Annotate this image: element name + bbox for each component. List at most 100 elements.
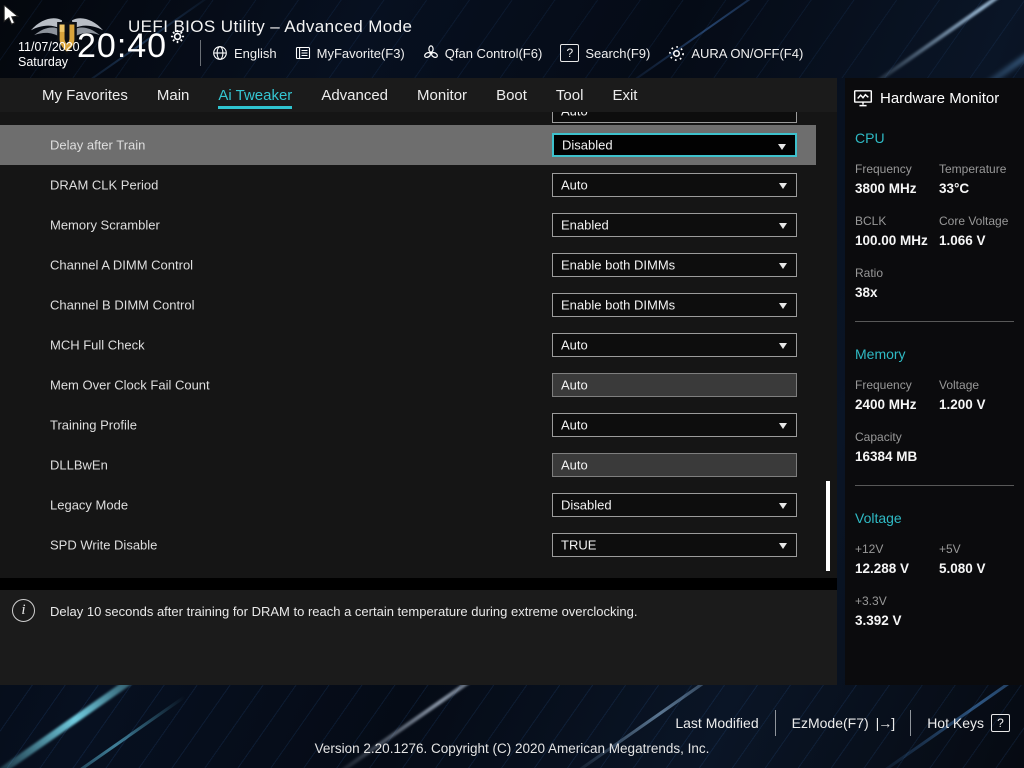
- setting-row-mem-over-clock-fail-count[interactable]: Mem Over Clock Fail Count Auto: [0, 365, 837, 405]
- clock-display: 20:40: [77, 27, 167, 66]
- info-icon: i: [12, 599, 35, 622]
- question-box-icon: ?: [560, 44, 579, 62]
- hm-value: 38x: [855, 285, 939, 301]
- hardware-monitor-header: Hardware Monitor: [845, 78, 1024, 108]
- date-display: 11/07/2020 Saturday: [18, 40, 80, 70]
- search-button[interactable]: ? Search(F9): [560, 44, 650, 62]
- hm-row: Capacity 16384 MB: [855, 430, 1024, 465]
- tab-main[interactable]: Main: [157, 78, 190, 112]
- dropdown-arrow-icon: [779, 303, 787, 309]
- legacy-mode-dropdown[interactable]: Disabled: [552, 493, 797, 517]
- panel-gap: [0, 578, 837, 590]
- hm-label: Frequency: [855, 378, 939, 392]
- tab-ai-tweaker[interactable]: Ai Tweaker: [218, 78, 292, 112]
- last-modified-button[interactable]: Last Modified: [675, 715, 758, 731]
- hm-label: +12V: [855, 542, 939, 556]
- date-text: 11/07/2020: [18, 40, 80, 55]
- dropdown-arrow-icon: [778, 144, 786, 150]
- aura-label: AURA ON/OFF(F4): [691, 46, 803, 61]
- language-button[interactable]: English: [212, 45, 277, 61]
- aura-button[interactable]: AURA ON/OFF(F4): [668, 45, 803, 62]
- tab-bar: My Favorites Main Ai Tweaker Advanced Mo…: [0, 78, 837, 112]
- section-title-memory: Memory: [855, 346, 1024, 362]
- hm-value: 3.392 V: [855, 613, 939, 629]
- dropdown-arrow-icon: [779, 503, 787, 509]
- setting-row-dram-clk-period[interactable]: DRAM CLK Period Auto: [0, 165, 837, 205]
- tab-monitor[interactable]: Monitor: [417, 78, 467, 112]
- language-label: English: [234, 46, 277, 61]
- hm-value: 16384 MB: [855, 449, 939, 465]
- setting-row-delay-after-train[interactable]: Delay after Train Disabled: [0, 125, 816, 165]
- description-panel: i Delay 10 seconds after training for DR…: [0, 590, 837, 685]
- partial-dropdown[interactable]: Auto: [552, 112, 797, 123]
- hm-value: 100.00 MHz: [855, 233, 939, 249]
- dropdown-arrow-icon: [779, 423, 787, 429]
- setting-row-channel-a-dimm-control[interactable]: Channel A DIMM Control Enable both DIMMs: [0, 245, 837, 285]
- dropdown-arrow-icon: [779, 263, 787, 269]
- globe-icon: [212, 45, 228, 61]
- mouse-cursor-icon: [2, 5, 20, 32]
- tab-my-favorites[interactable]: My Favorites: [42, 78, 128, 112]
- version-text: Version 2.20.1276. Copyright (C) 2020 Am…: [0, 741, 1024, 756]
- hm-row: Ratio 38x: [855, 266, 1024, 301]
- footer-divider: [775, 710, 776, 736]
- hm-row: +3.3V 3.392 V: [855, 594, 1024, 629]
- dropdown-arrow-icon: [779, 223, 787, 229]
- setting-row-channel-b-dimm-control[interactable]: Channel B DIMM Control Enable both DIMMs: [0, 285, 837, 325]
- hm-label: Capacity: [855, 430, 939, 444]
- last-modified-label: Last Modified: [675, 715, 758, 731]
- hm-label: Ratio: [855, 266, 939, 280]
- setting-row-training-profile[interactable]: Training Profile Auto: [0, 405, 837, 445]
- setting-row-memory-scrambler[interactable]: Memory Scrambler Enabled: [0, 205, 837, 245]
- hm-label: Temperature: [939, 162, 1024, 176]
- dram-clk-period-dropdown[interactable]: Auto: [552, 173, 797, 197]
- training-profile-dropdown[interactable]: Auto: [552, 413, 797, 437]
- hm-value: 3800 MHz: [855, 181, 939, 197]
- main-panel: My Favorites Main Ai Tweaker Advanced Mo…: [0, 78, 837, 685]
- footer-divider: [910, 710, 911, 736]
- mem-over-clock-fail-count-field: Auto: [552, 373, 797, 397]
- myfavorite-button[interactable]: MyFavorite(F3): [295, 45, 405, 61]
- hm-label: +3.3V: [855, 594, 939, 608]
- fan-icon: [423, 45, 439, 61]
- tab-tool[interactable]: Tool: [556, 78, 584, 112]
- hm-value: 1.066 V: [939, 233, 1024, 249]
- search-label: Search(F9): [585, 46, 650, 61]
- hm-value: 5.080 V: [939, 561, 1024, 577]
- tab-advanced[interactable]: Advanced: [321, 78, 388, 112]
- hardware-monitor-title: Hardware Monitor: [880, 90, 999, 107]
- tab-boot[interactable]: Boot: [496, 78, 527, 112]
- channel-b-dimm-dropdown[interactable]: Enable both DIMMs: [552, 293, 797, 317]
- hm-row: Frequency3800 MHz Temperature33°C: [855, 162, 1024, 197]
- ezmode-button[interactable]: EzMode(F7) |→]: [792, 715, 895, 731]
- menu-divider: [200, 40, 201, 66]
- section-divider: [855, 485, 1014, 486]
- memory-scrambler-dropdown[interactable]: Enabled: [552, 213, 797, 237]
- hot-keys-label: Hot Keys: [927, 715, 984, 731]
- setting-row-partial: Auto: [0, 112, 837, 125]
- section-title-voltage: Voltage: [855, 510, 1024, 526]
- favorites-list-icon: [295, 45, 311, 61]
- dropdown-arrow-icon: [779, 543, 787, 549]
- clock-settings-gear-icon[interactable]: [170, 29, 185, 49]
- hm-label: +5V: [939, 542, 1024, 556]
- section-title-cpu: CPU: [855, 130, 1024, 146]
- enter-ezmode-icon: |→]: [876, 715, 895, 731]
- myfavorite-label: MyFavorite(F3): [317, 46, 405, 61]
- hot-keys-button[interactable]: Hot Keys ?: [927, 714, 1010, 732]
- channel-a-dimm-dropdown[interactable]: Enable both DIMMs: [552, 253, 797, 277]
- setting-row-legacy-mode[interactable]: Legacy Mode Disabled: [0, 485, 837, 525]
- spd-write-disable-dropdown[interactable]: TRUE: [552, 533, 797, 557]
- scrollbar-thumb[interactable]: [826, 481, 830, 571]
- qfan-control-button[interactable]: Qfan Control(F6): [423, 45, 543, 61]
- setting-row-dllbwen[interactable]: DLLBwEn Auto: [0, 445, 837, 485]
- tab-exit[interactable]: Exit: [612, 78, 637, 112]
- footer-bar: Last Modified EzMode(F7) |→] Hot Keys ?: [675, 708, 1010, 738]
- setting-row-spd-write-disable[interactable]: SPD Write Disable TRUE: [0, 525, 837, 565]
- question-box-icon: ?: [991, 714, 1010, 732]
- qfan-label: Qfan Control(F6): [445, 46, 543, 61]
- setting-row-mch-full-check[interactable]: MCH Full Check Auto: [0, 325, 837, 365]
- mch-full-check-dropdown[interactable]: Auto: [552, 333, 797, 357]
- hm-label: Voltage: [939, 378, 1024, 392]
- delay-after-train-dropdown[interactable]: Disabled: [552, 133, 797, 157]
